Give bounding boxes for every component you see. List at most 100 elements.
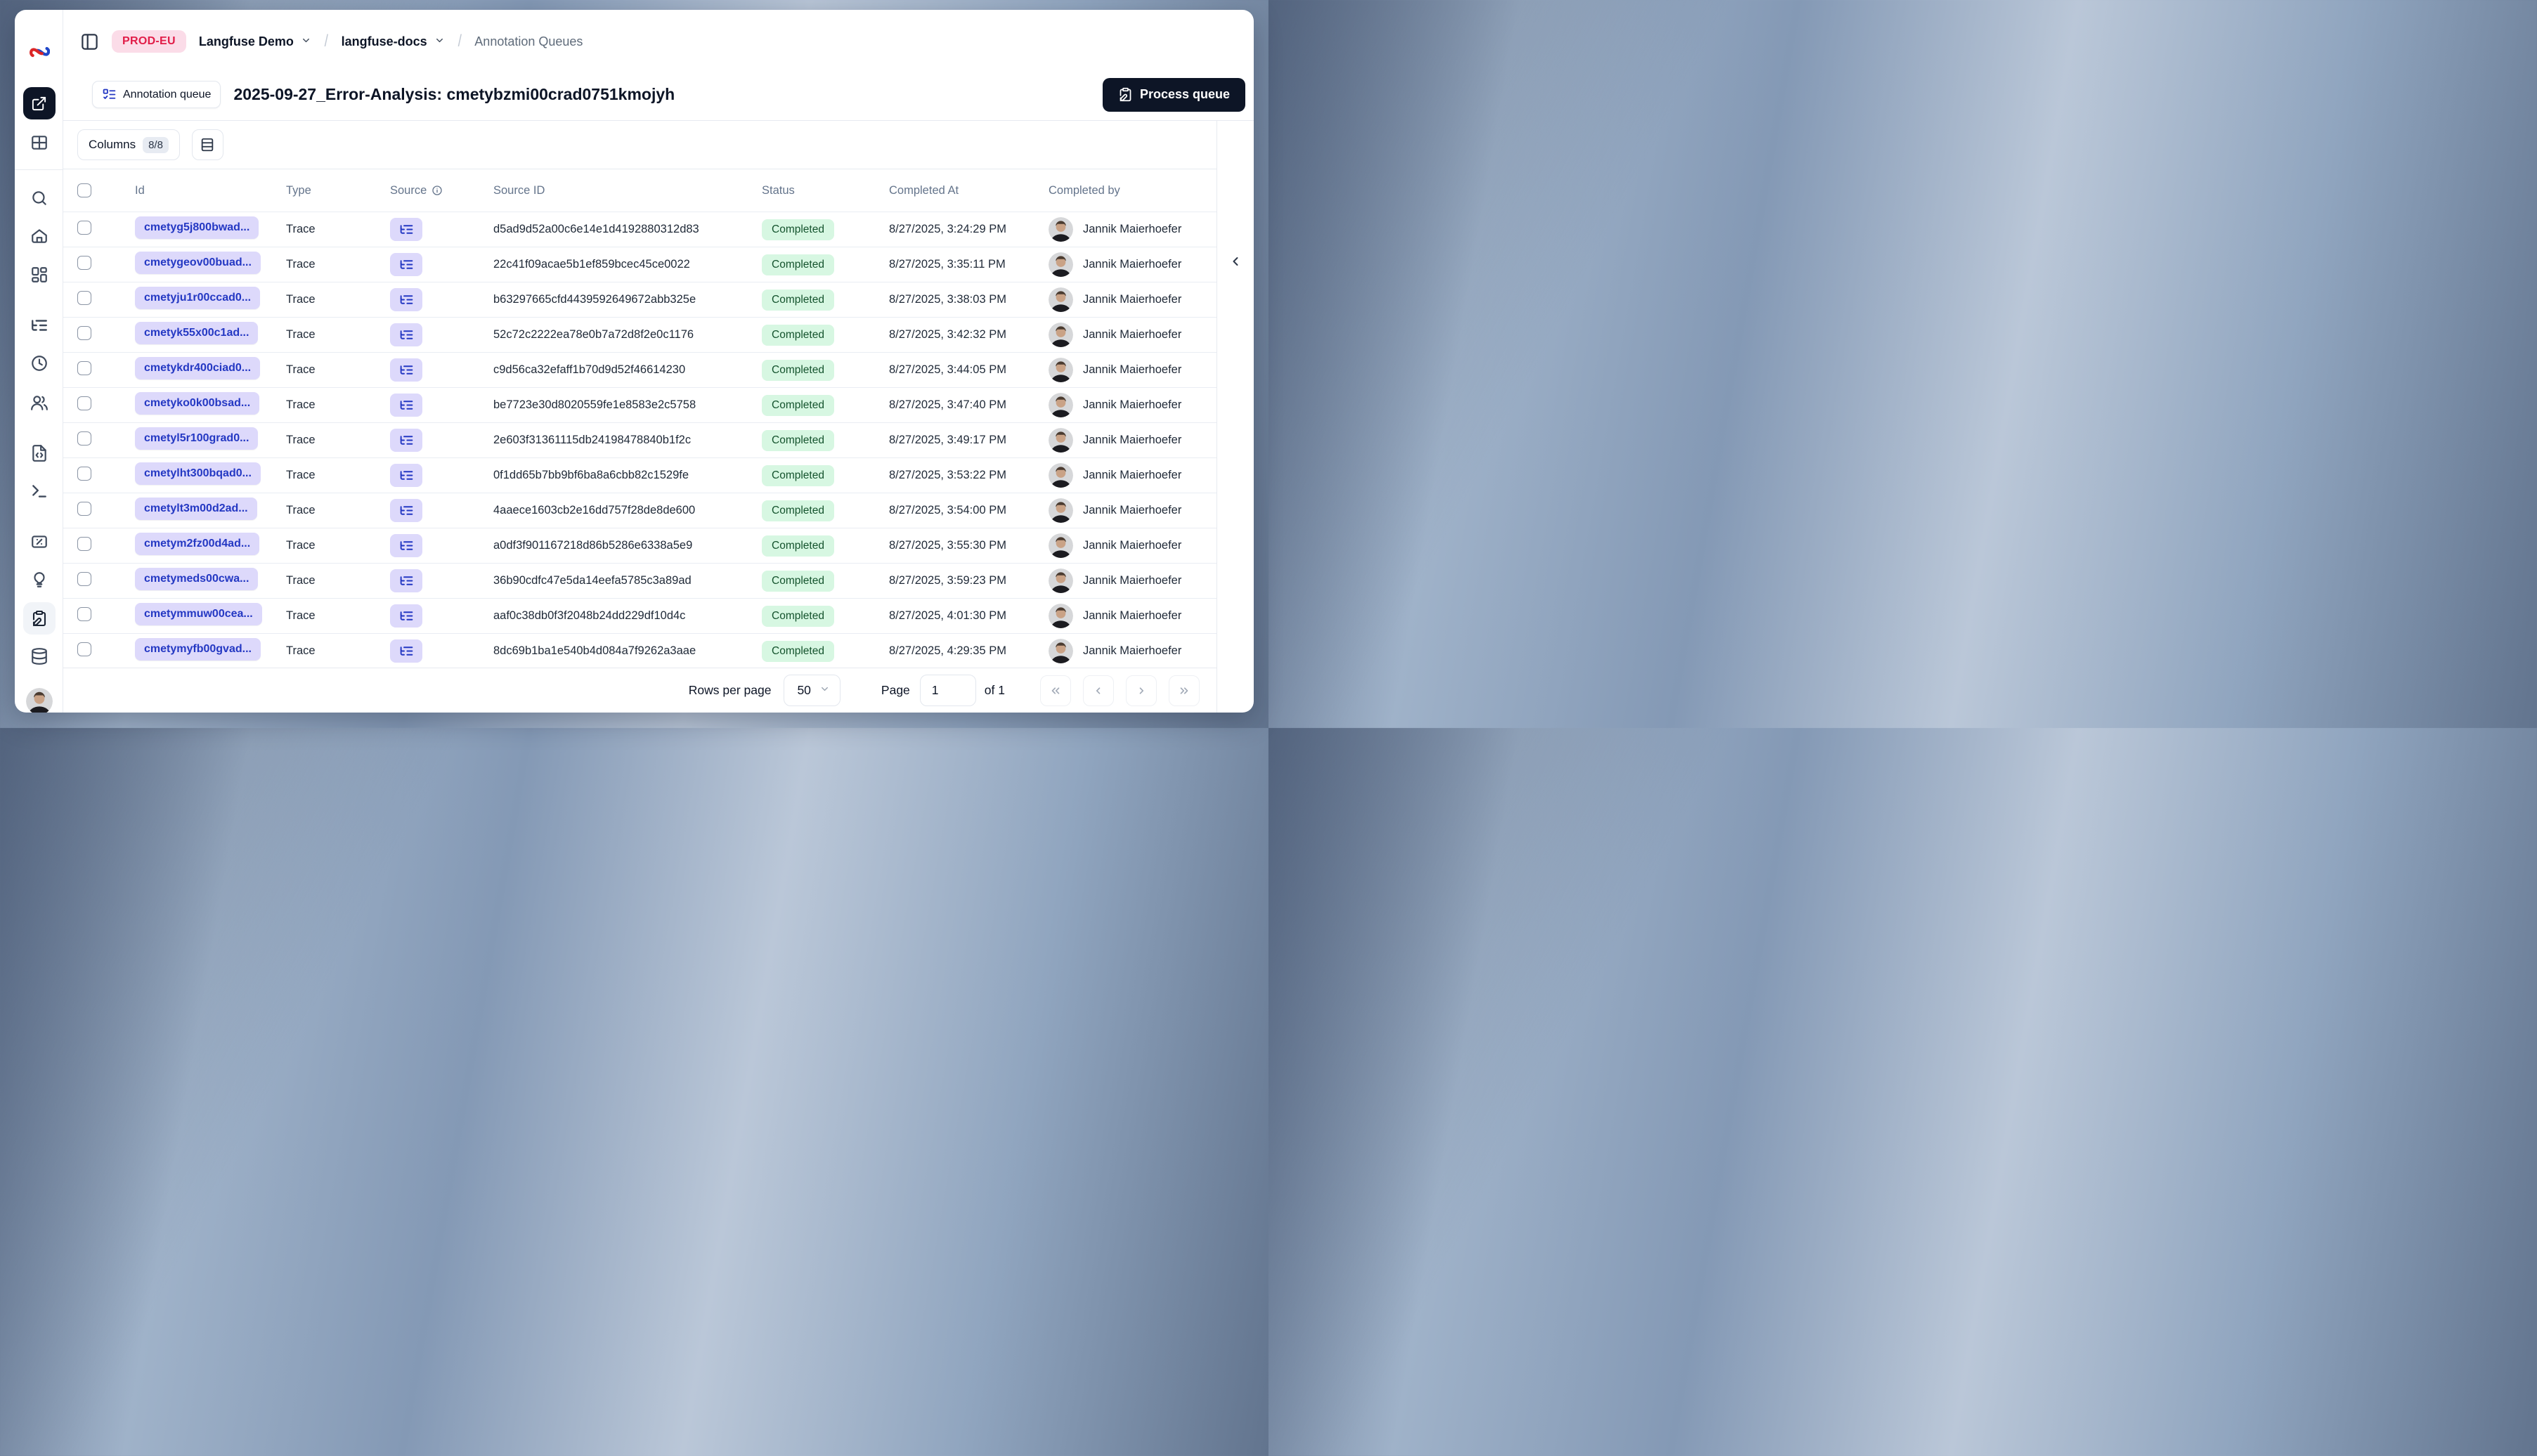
clock-icon[interactable]	[30, 354, 48, 372]
table-row[interactable]: cmetyl5r100grad0... Trace 2e603f31361115…	[63, 422, 1216, 457]
user-avatar[interactable]	[25, 688, 53, 713]
file-code-icon[interactable]	[30, 444, 48, 462]
sidebar-toggle-icon[interactable]	[80, 32, 99, 51]
table-row[interactable]: cmetymmuw00cea... Trace aaf0c38db0f3f204…	[63, 598, 1216, 633]
column-header-type[interactable]: Type	[286, 184, 390, 197]
expand-panel-chevron[interactable]	[1228, 254, 1242, 272]
source-trace-button[interactable]	[390, 604, 422, 628]
item-id-link[interactable]: cmetylt3m00d2ad...	[135, 498, 257, 520]
chevron-down-icon[interactable]	[301, 34, 311, 49]
source-trace-button[interactable]	[390, 323, 422, 346]
table-row[interactable]: cmetyju1r00ccad0... Trace b63297665cfd44…	[63, 282, 1216, 317]
status-badge: Completed	[762, 535, 834, 557]
last-page-button[interactable]	[1169, 675, 1200, 706]
row-checkbox[interactable]	[77, 256, 91, 270]
table-row[interactable]: cmetykdr400ciad0... Trace c9d56ca32efaff…	[63, 352, 1216, 387]
next-page-button[interactable]	[1126, 675, 1157, 706]
completed-at-cell: 8/27/2025, 4:29:35 PM	[889, 644, 1006, 657]
source-trace-button[interactable]	[390, 499, 422, 522]
source-trace-button[interactable]	[390, 639, 422, 663]
row-checkbox[interactable]	[77, 396, 91, 410]
row-checkbox[interactable]	[77, 291, 91, 305]
table-row[interactable]: cmetylht300bqad0... Trace 0f1dd65b7bb9bf…	[63, 457, 1216, 493]
item-id-link[interactable]: cmetym2fz00d4ad...	[135, 533, 260, 555]
column-header-source[interactable]: Source	[390, 184, 493, 197]
item-id-link[interactable]: cmetymmuw00cea...	[135, 603, 262, 625]
table-row[interactable]: cmetyk55x00c1ad... Trace 52c72c2222ea78e…	[63, 317, 1216, 352]
lightbulb-icon[interactable]	[30, 571, 48, 589]
breadcrumb-org[interactable]: Langfuse Demo	[199, 34, 294, 49]
table-row[interactable]: cmetyko0k00bsad... Trace be7723e30d80205…	[63, 387, 1216, 422]
column-header-id[interactable]: Id	[135, 184, 286, 197]
table-row[interactable]: cmetylt3m00d2ad... Trace 4aaece1603cb2e1…	[63, 493, 1216, 528]
breadcrumb-separator: /	[458, 32, 462, 51]
item-id-link[interactable]: cmetymyfb00gvad...	[135, 638, 261, 661]
item-id-link[interactable]: cmetyju1r00ccad0...	[135, 287, 261, 309]
column-header-completed-at[interactable]: Completed At	[889, 184, 1049, 197]
list-tree-icon	[400, 506, 413, 515]
table-row[interactable]: cmetygeov00buad... Trace 22c41f09acae5b1…	[63, 247, 1216, 282]
source-trace-button[interactable]	[390, 253, 422, 276]
item-id-link[interactable]: cmetyg5j800bwad...	[135, 216, 259, 239]
source-trace-button[interactable]	[390, 218, 422, 241]
percent-card-icon[interactable]	[30, 533, 48, 551]
row-checkbox[interactable]	[77, 572, 91, 586]
sidebar-rail	[15, 10, 63, 713]
item-id-link[interactable]: cmetyl5r100grad0...	[135, 427, 259, 450]
item-id-link[interactable]: cmetymeds00cwa...	[135, 568, 259, 590]
item-id-link[interactable]: cmetylht300bqad0...	[135, 462, 261, 485]
row-checkbox[interactable]	[77, 537, 91, 551]
item-id-link[interactable]: cmetyko0k00bsad...	[135, 392, 260, 415]
table-row[interactable]: cmetymyfb00gvad... Trace 8dc69b1ba1e540b…	[63, 633, 1216, 668]
item-id-link[interactable]: cmetykdr400ciad0...	[135, 357, 261, 379]
row-checkbox[interactable]	[77, 361, 91, 375]
open-external-button[interactable]	[22, 87, 56, 119]
chevron-down-icon[interactable]	[434, 34, 445, 49]
column-header-status[interactable]: Status	[762, 184, 889, 197]
terminal-icon[interactable]	[30, 482, 48, 500]
rows-per-page-select[interactable]: 50	[784, 675, 841, 706]
source-trace-button[interactable]	[390, 429, 422, 452]
item-id-link[interactable]: cmetygeov00buad...	[135, 252, 261, 274]
breadcrumb-project[interactable]: langfuse-docs	[342, 34, 427, 49]
completed-by-avatar	[1049, 217, 1073, 242]
annotation-queues-icon[interactable]	[22, 602, 56, 635]
table-row[interactable]: cmetymeds00cwa... Trace 36b90cdfc47e5da1…	[63, 563, 1216, 598]
traces-list-tree-icon[interactable]	[30, 316, 48, 334]
source-trace-button[interactable]	[390, 534, 422, 557]
row-checkbox[interactable]	[77, 502, 91, 516]
row-checkbox[interactable]	[77, 221, 91, 235]
row-checkbox[interactable]	[77, 642, 91, 656]
home-icon[interactable]	[30, 227, 48, 245]
previous-page-button[interactable]	[1083, 675, 1114, 706]
source-trace-button[interactable]	[390, 394, 422, 417]
users-icon[interactable]	[30, 394, 48, 412]
table-icon[interactable]	[30, 134, 48, 152]
row-checkbox[interactable]	[77, 326, 91, 340]
type-cell: Trace	[286, 258, 316, 271]
chevrons-right-icon	[1180, 687, 1188, 694]
first-page-button[interactable]	[1040, 675, 1071, 706]
row-checkbox[interactable]	[77, 467, 91, 481]
source-trace-button[interactable]	[390, 569, 422, 592]
info-icon[interactable]	[432, 185, 443, 196]
row-checkbox[interactable]	[77, 607, 91, 621]
row-checkbox[interactable]	[77, 431, 91, 446]
columns-button[interactable]: Columns 8/8	[77, 129, 180, 160]
column-header-source-id[interactable]: Source ID	[493, 184, 762, 197]
search-icon[interactable]	[30, 189, 48, 207]
table-row[interactable]: cmetym2fz00d4ad... Trace a0df3f901167218…	[63, 528, 1216, 563]
item-id-link[interactable]: cmetyk55x00c1ad...	[135, 322, 259, 344]
source-trace-button[interactable]	[390, 358, 422, 382]
column-header-completed-by[interactable]: Completed by	[1049, 184, 1216, 197]
dashboard-icon[interactable]	[30, 266, 48, 284]
row-height-button[interactable]	[191, 129, 223, 160]
select-all-checkbox[interactable]	[77, 183, 91, 197]
source-trace-button[interactable]	[390, 288, 422, 311]
database-icon[interactable]	[30, 647, 48, 665]
page-number-input[interactable]	[919, 675, 976, 706]
table-row[interactable]: cmetyg5j800bwad... Trace d5ad9d52a00c6e1…	[63, 212, 1216, 247]
process-queue-button[interactable]: Process queue	[1102, 77, 1245, 112]
source-trace-button[interactable]	[390, 464, 422, 487]
completed-at-cell: 8/27/2025, 3:59:23 PM	[889, 574, 1006, 587]
